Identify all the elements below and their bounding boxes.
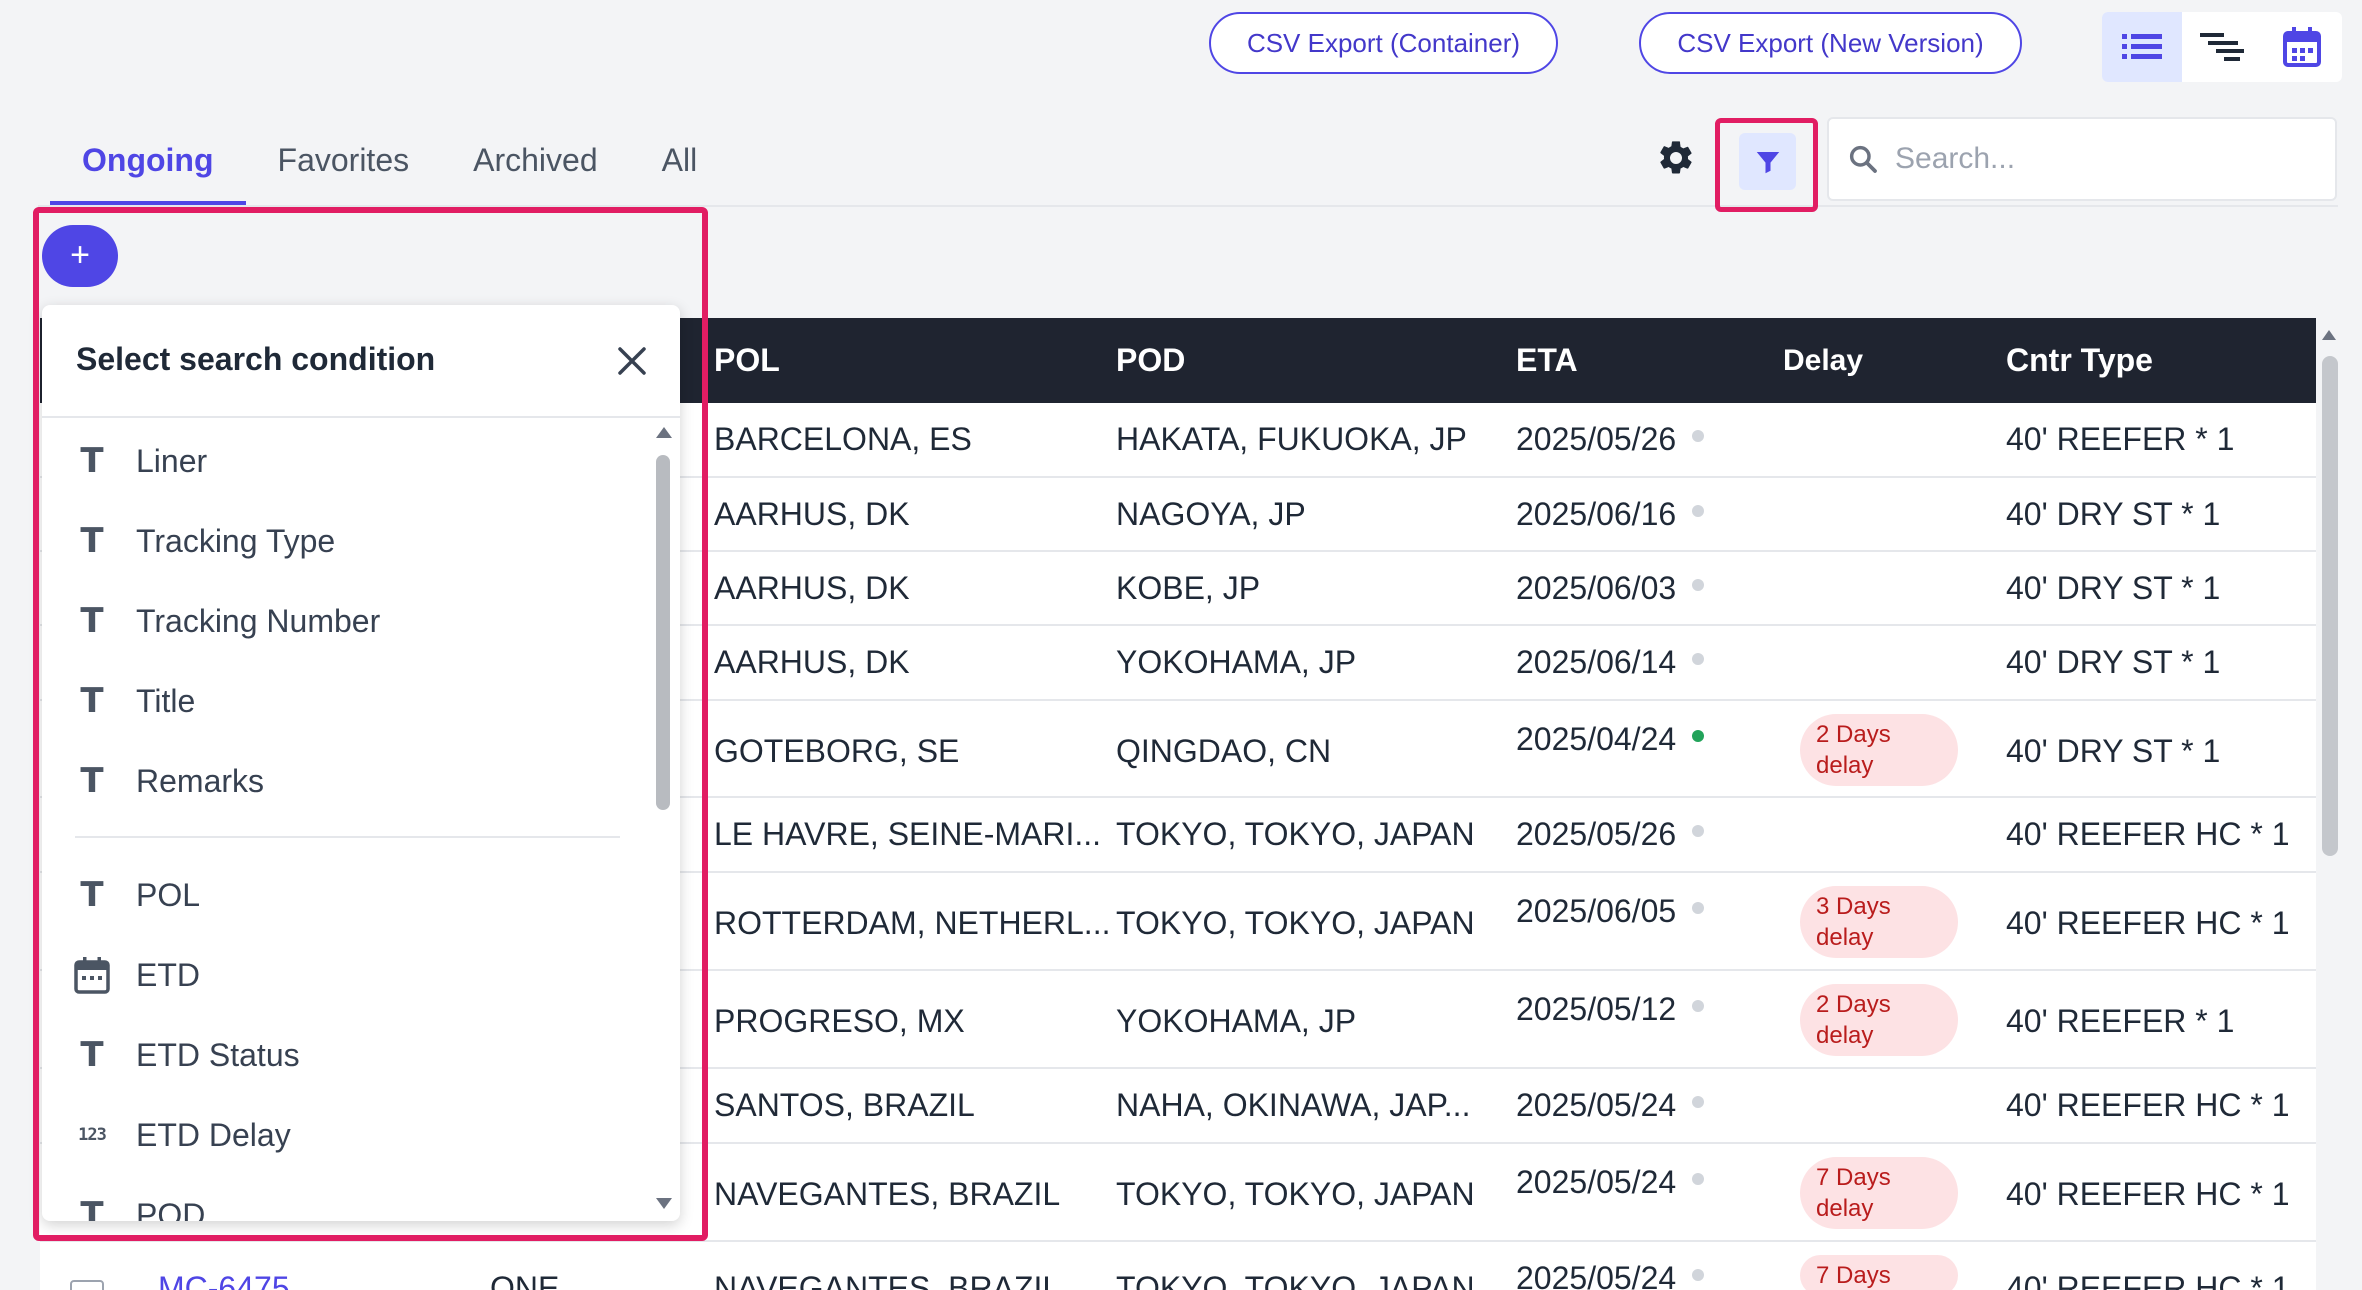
eta-status-dot <box>1692 652 1705 665</box>
cell-pol: PROGRESO, MX <box>714 1003 965 1039</box>
tab-archived[interactable]: Archived <box>441 128 630 206</box>
cell-cntr-type: 40' REEFER HC * 1 <box>2006 1176 2290 1212</box>
tab-all[interactable]: All <box>630 128 730 206</box>
csv-export-container-button[interactable]: CSV Export (Container) <box>1209 12 1558 74</box>
popup-highlight <box>33 207 708 1241</box>
cell-eta: 2025/06/14 <box>1516 644 1705 681</box>
delay-badge: 7 Days delay <box>1800 1157 1958 1229</box>
calendar-view-icon[interactable] <box>2262 12 2342 82</box>
eta-status-dot <box>1692 578 1705 591</box>
eta-status-dot <box>1692 999 1705 1012</box>
cell-eta: 2025/06/05 <box>1516 893 1705 930</box>
delay-badge: 3 Days delay <box>1800 886 1958 958</box>
cell-pod: TOKYO, TOKYO, JAPAN <box>1116 1270 1475 1290</box>
cell-pol: ROTTERDAM, NETHERL... <box>714 905 1111 941</box>
eta-status-dot <box>1692 824 1705 837</box>
cell-pod: NAGOYA, JP <box>1116 496 1306 532</box>
cell-pod: NAHA, OKINAWA, JAP... <box>1116 1087 1471 1123</box>
cell-pol: AARHUS, DK <box>714 570 910 606</box>
tab-ongoing[interactable]: Ongoing <box>50 128 246 206</box>
cell-pol: LE HAVRE, SEINE-MARI... <box>714 816 1102 852</box>
cell-cntr-type: 40' DRY ST * 1 <box>2006 570 2221 606</box>
cell-pol: SANTOS, BRAZIL <box>714 1087 975 1123</box>
cell-cntr-type: 40' REEFER HC * 1 <box>2006 1087 2290 1123</box>
cell-pol: NAVEGANTES, BRAZIL <box>714 1270 1061 1290</box>
row-checkbox[interactable] <box>70 1280 104 1290</box>
cell-eta: 2025/06/16 <box>1516 496 1705 533</box>
cell-cntr-type: 40' DRY ST * 1 <box>2006 644 2221 680</box>
cell-pod: TOKYO, TOKYO, JAPAN <box>1116 1176 1475 1212</box>
cell-pol: NAVEGANTES, BRAZIL <box>714 1176 1061 1212</box>
cell-eta: 2025/05/26 <box>1516 421 1705 458</box>
delay-badge: 2 Days delay <box>1800 714 1958 786</box>
cell-pol: AARHUS, DK <box>714 644 910 680</box>
cell-pod: KOBE, JP <box>1116 570 1261 606</box>
eta-status-dot <box>1692 429 1705 442</box>
cell-pod: TOKYO, TOKYO, JAPAN <box>1116 816 1475 852</box>
eta-status-dot <box>1692 1095 1705 1108</box>
cell-pol: GOTEBORG, SE <box>714 733 960 769</box>
filter-highlight <box>1715 118 1818 212</box>
cell-eta: 2025/05/24 <box>1516 1260 1705 1290</box>
cell-eta: 2025/05/12 <box>1516 991 1705 1028</box>
cell-pod: YOKOHAMA, JP <box>1116 644 1357 680</box>
search-icon <box>1849 145 1877 173</box>
header-cntr-type[interactable]: Cntr Type <box>2006 318 2153 403</box>
header-pod[interactable]: POD <box>1116 318 1185 403</box>
header-pol[interactable]: POL <box>714 318 780 403</box>
cell-cntr-type: 40' DRY ST * 1 <box>2006 496 2221 532</box>
cell-liner: ONE <box>490 1270 560 1290</box>
status-tabs: Ongoing Favorites Archived All <box>50 128 729 206</box>
cell-cntr-type: 40' REEFER * 1 <box>2006 421 2235 457</box>
cell-eta: 2025/05/26 <box>1516 816 1705 853</box>
header-delay[interactable]: Delay <box>1783 318 1863 403</box>
eta-status-dot <box>1692 504 1705 517</box>
cell-pod: YOKOHAMA, JP <box>1116 1003 1357 1039</box>
list-view-icon[interactable] <box>2102 12 2182 82</box>
delay-badge: 7 Days <box>1800 1255 1958 1290</box>
cell-eta: 2025/06/03 <box>1516 570 1705 607</box>
cell-cntr-type: 40' REEFER HC * 1 <box>2006 905 2290 941</box>
cell-pod: TOKYO, TOKYO, JAPAN <box>1116 905 1475 941</box>
gantt-view-icon[interactable] <box>2182 12 2262 82</box>
delay-badge: 2 Days delay <box>1800 984 1958 1056</box>
cell-pol: BARCELONA, ES <box>714 421 972 457</box>
eta-status-dot <box>1692 901 1705 914</box>
cell-eta: 2025/04/24 <box>1516 721 1705 758</box>
cell-pod: HAKATA, FUKUOKA, JP <box>1116 421 1467 457</box>
cell-cntr-type: 40' REEFER * 1 <box>2006 1003 2235 1039</box>
cell-eta: 2025/05/24 <box>1516 1087 1705 1124</box>
cell-eta: 2025/05/24 <box>1516 1164 1705 1201</box>
eta-status-dot <box>1692 729 1705 742</box>
cell-cntr-type: 40' REEFER HC * 1 <box>2006 1270 2290 1290</box>
header-eta[interactable]: ETA <box>1516 318 1578 403</box>
cell-pod: QINGDAO, CN <box>1116 733 1332 769</box>
cell-shipment-id[interactable]: MC-6475 <box>158 1270 290 1290</box>
csv-export-new-version-button[interactable]: CSV Export (New Version) <box>1639 12 2022 74</box>
scroll-up-icon[interactable] <box>2316 326 2342 346</box>
cell-cntr-type: 40' REEFER HC * 1 <box>2006 816 2290 852</box>
cell-pol: AARHUS, DK <box>714 496 910 532</box>
gear-icon[interactable] <box>1656 138 1696 178</box>
tab-favorites[interactable]: Favorites <box>246 128 442 206</box>
eta-status-dot <box>1692 1268 1705 1281</box>
view-switcher <box>2102 12 2342 82</box>
table-row[interactable]: MC-6475 ONE NAVEGANTES, BRAZIL TOKYO, TO… <box>40 1242 2316 1290</box>
eta-status-dot <box>1692 1172 1705 1185</box>
search-box <box>1827 117 2337 201</box>
search-input[interactable] <box>1895 142 2315 176</box>
table-scrollbar-thumb[interactable] <box>2322 356 2338 856</box>
cell-cntr-type: 40' DRY ST * 1 <box>2006 733 2221 769</box>
